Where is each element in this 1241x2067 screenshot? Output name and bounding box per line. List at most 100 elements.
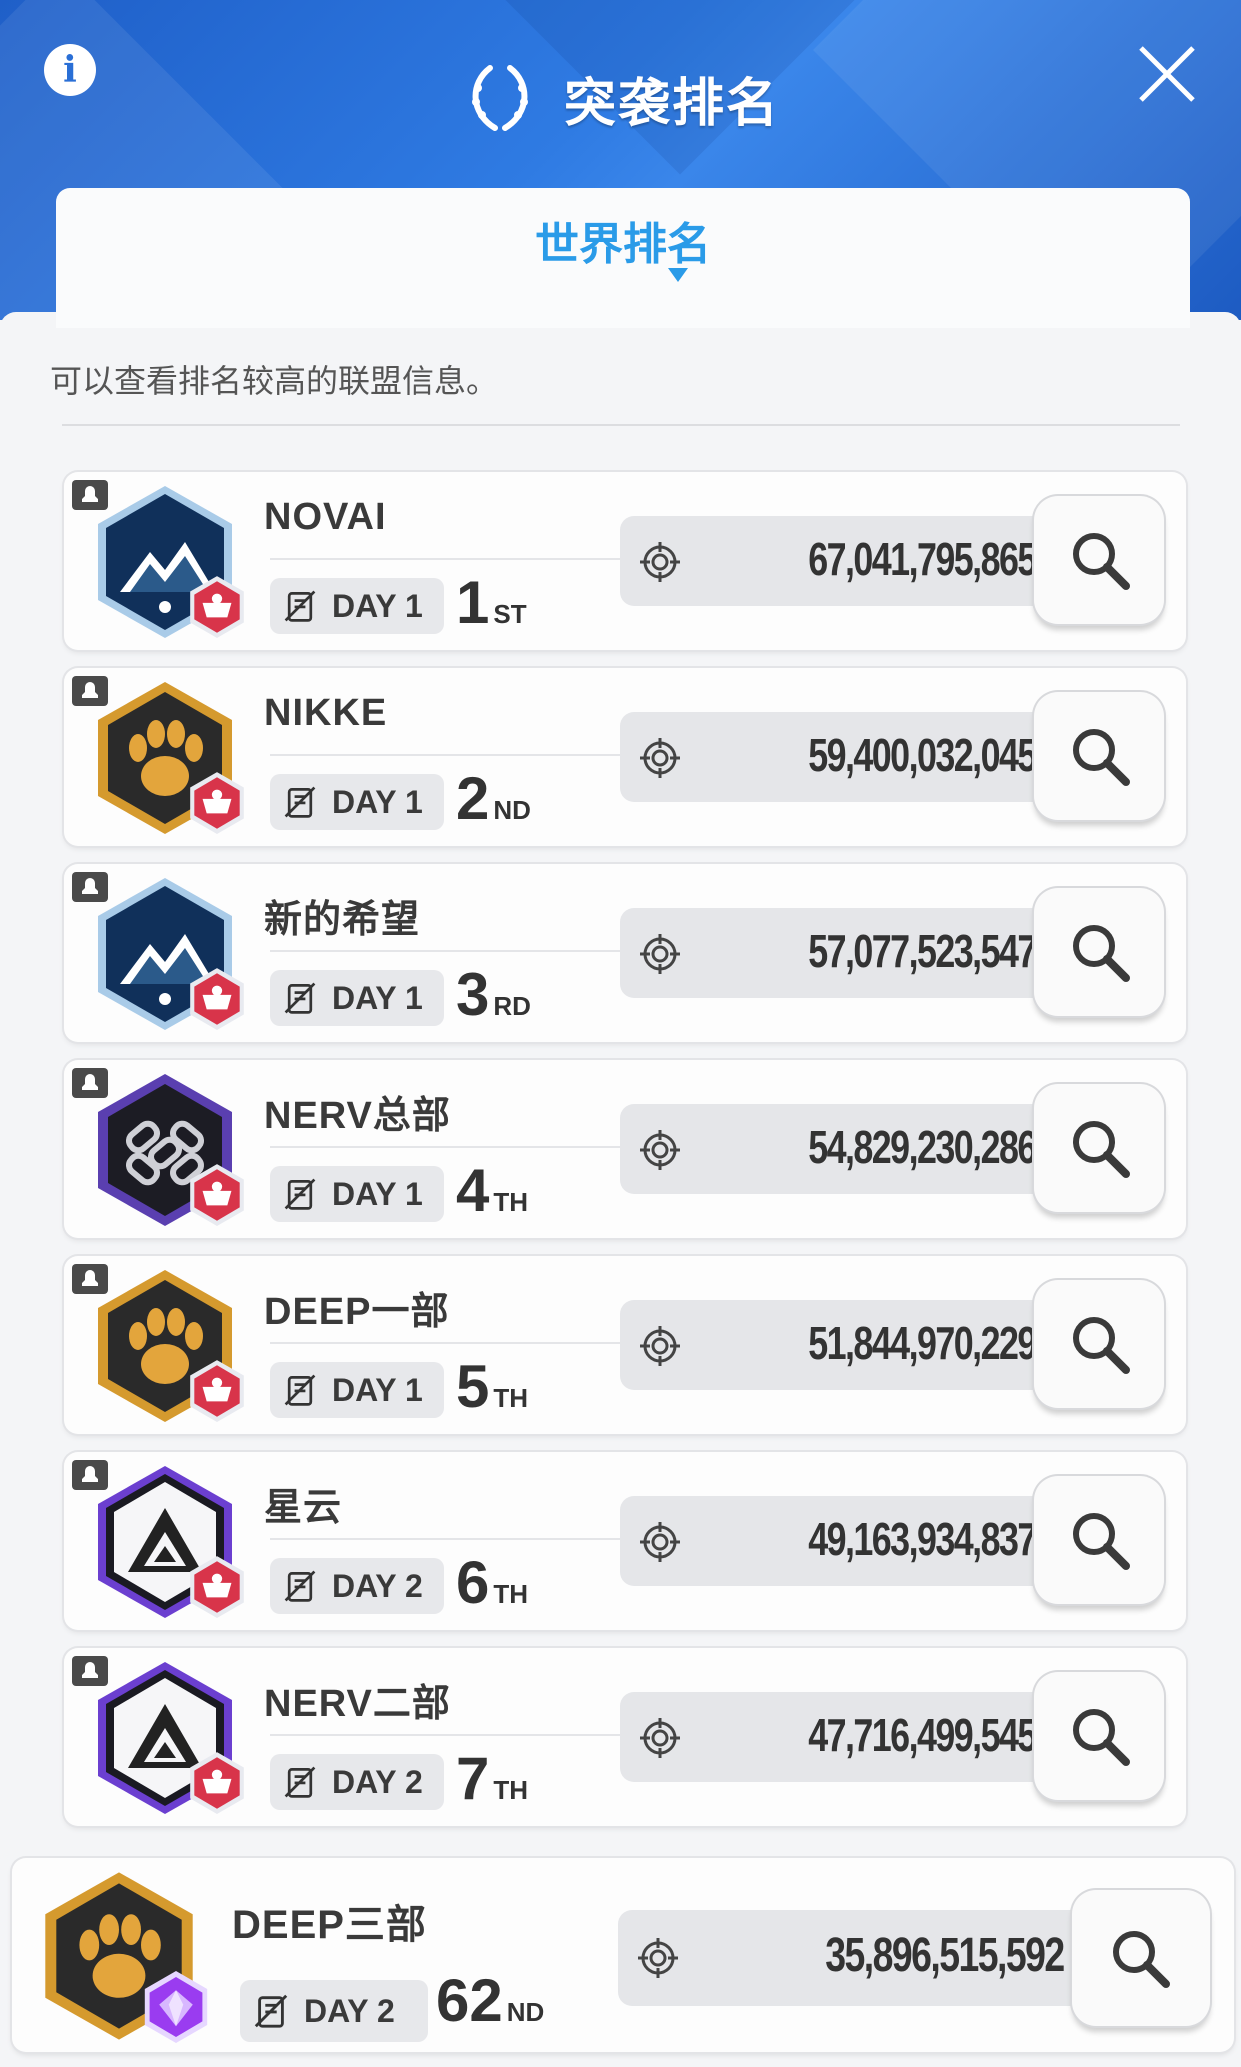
- search-button[interactable]: [1034, 1476, 1164, 1604]
- tab-world-ranking[interactable]: 世界排名: [56, 188, 1190, 328]
- ranking-row-5: DEEP一部 DAY 1 5 TH 51,844,970,229: [64, 1256, 1186, 1434]
- calendar-icon: [282, 1764, 318, 1800]
- score-box: 54,829,230,286: [620, 1104, 1060, 1194]
- score-value: 57,077,523,547: [808, 925, 1037, 977]
- target-icon: [638, 1520, 682, 1564]
- rank-label: 7 TH: [456, 1745, 529, 1812]
- ranking-row-3: 新的希望 DAY 1 3 RD 57,077,523,547: [64, 864, 1186, 1042]
- day-badge: DAY 2: [270, 1754, 444, 1810]
- ranking-row-4: NERV总部 DAY 1 4 TH 54,829,230,286: [64, 1060, 1186, 1238]
- tab-label: 世界排名: [535, 220, 711, 269]
- day-badge: DAY 2: [270, 1558, 444, 1614]
- calendar-icon: [282, 1372, 318, 1408]
- score-value: 35,896,515,592: [825, 1929, 1066, 1982]
- score-value: 54,829,230,286: [808, 1121, 1037, 1173]
- day-badge: DAY 1: [270, 774, 444, 830]
- union-name: 新的希望: [264, 899, 421, 941]
- search-icon: [1068, 1312, 1132, 1376]
- ranking-row-1: NOVAI DAY 1 1 ST 67,041,795,865: [64, 472, 1186, 650]
- page-title-group: 突袭排名: [460, 58, 780, 138]
- diamond-badge-icon: [140, 1968, 212, 2046]
- day-badge: DAY 1: [270, 1362, 444, 1418]
- search-icon: [1068, 1508, 1132, 1572]
- search-icon: [1108, 1926, 1172, 1990]
- search-icon: [1068, 1116, 1132, 1180]
- search-icon: [1068, 1704, 1132, 1768]
- raid-badge-icon: [186, 770, 248, 836]
- search-button[interactable]: [1072, 1890, 1210, 2026]
- target-icon: [638, 1716, 682, 1760]
- union-name: DEEP一部: [264, 1291, 450, 1333]
- divider: [62, 424, 1180, 426]
- raid-badge-icon: [186, 1554, 248, 1620]
- union-name: 星云: [264, 1487, 343, 1529]
- paw-emblem-icon: [88, 678, 242, 838]
- union-name: NIKKE: [264, 692, 388, 734]
- paw-emblem-icon: [34, 1868, 204, 2044]
- ranking-row-6: 星云 DAY 2 6 TH 49,163,934,837: [64, 1452, 1186, 1630]
- union-name: DEEP三部: [232, 1903, 427, 1947]
- rank-label: 4 TH: [456, 1157, 529, 1224]
- raid-badge-icon: [186, 966, 248, 1032]
- target-icon: [638, 1324, 682, 1368]
- rank-label: 1 ST: [456, 569, 527, 636]
- union-name: NERV总部: [264, 1095, 451, 1137]
- score-box: 67,041,795,865: [620, 516, 1060, 606]
- score-value: 59,400,032,045: [808, 729, 1037, 781]
- rank-label: 3 RD: [456, 961, 531, 1028]
- my-union-row: DEEP三部 DAY 2 62 ND 35,896,515,592: [12, 1858, 1234, 2052]
- calendar-icon: [252, 1992, 290, 2030]
- search-button[interactable]: [1034, 692, 1164, 820]
- target-icon: [636, 1936, 680, 1980]
- raid-badge-icon: [186, 1358, 248, 1424]
- target-icon: [638, 540, 682, 584]
- score-box: 51,844,970,229: [620, 1300, 1060, 1390]
- target-icon: [638, 1128, 682, 1172]
- union-name: NOVAI: [264, 496, 387, 538]
- day-badge: DAY 2: [240, 1980, 428, 2042]
- score-value: 51,844,970,229: [808, 1317, 1037, 1369]
- paw-emblem-icon: [88, 1266, 242, 1426]
- mountain-emblem-icon: [88, 874, 242, 1034]
- union-name: NERV二部: [264, 1683, 451, 1725]
- score-value: 47,716,499,545: [808, 1709, 1037, 1761]
- triangle-emblem-icon: [88, 1462, 242, 1622]
- description-text: 可以查看排名较高的联盟信息。: [50, 363, 499, 399]
- tab-indicator-icon: [668, 268, 688, 282]
- search-button[interactable]: [1034, 888, 1164, 1016]
- raid-badge-icon: [186, 574, 248, 640]
- search-button[interactable]: [1034, 496, 1164, 624]
- search-icon: [1068, 724, 1132, 788]
- rank-label: 2 ND: [456, 765, 531, 832]
- triangle-emblem-icon: [88, 1658, 242, 1818]
- calendar-icon: [282, 588, 318, 624]
- day-badge: DAY 1: [270, 1166, 444, 1222]
- close-icon[interactable]: [1135, 42, 1199, 106]
- score-box: 35,896,515,592: [618, 1910, 1088, 2006]
- laurel-icon: [472, 65, 528, 131]
- search-button[interactable]: [1034, 1672, 1164, 1800]
- search-icon: [1068, 528, 1132, 592]
- score-value: 49,163,934,837: [808, 1513, 1037, 1565]
- score-value: 67,041,795,865: [808, 533, 1037, 585]
- search-button[interactable]: [1034, 1280, 1164, 1408]
- target-icon: [638, 736, 682, 780]
- score-box: 59,400,032,045: [620, 712, 1060, 802]
- calendar-icon: [282, 1568, 318, 1604]
- rank-label: 6 TH: [456, 1549, 529, 1616]
- target-icon: [638, 932, 682, 976]
- info-icon[interactable]: i: [44, 44, 96, 96]
- rank-label: 62 ND: [436, 1967, 545, 2034]
- score-box: 49,163,934,837: [620, 1496, 1060, 1586]
- raid-badge-icon: [186, 1750, 248, 1816]
- calendar-icon: [282, 784, 318, 820]
- ranking-row-2: NIKKE DAY 1 2 ND 59,400,032,045: [64, 668, 1186, 846]
- day-badge: DAY 1: [270, 578, 444, 634]
- page-title: 突袭排名: [564, 74, 781, 133]
- ranking-row-7: NERV二部 DAY 2 7 TH 47,716,499,545: [64, 1648, 1186, 1826]
- search-icon: [1068, 920, 1132, 984]
- calendar-icon: [282, 980, 318, 1016]
- raid-badge-icon: [186, 1162, 248, 1228]
- calendar-icon: [282, 1176, 318, 1212]
- search-button[interactable]: [1034, 1084, 1164, 1212]
